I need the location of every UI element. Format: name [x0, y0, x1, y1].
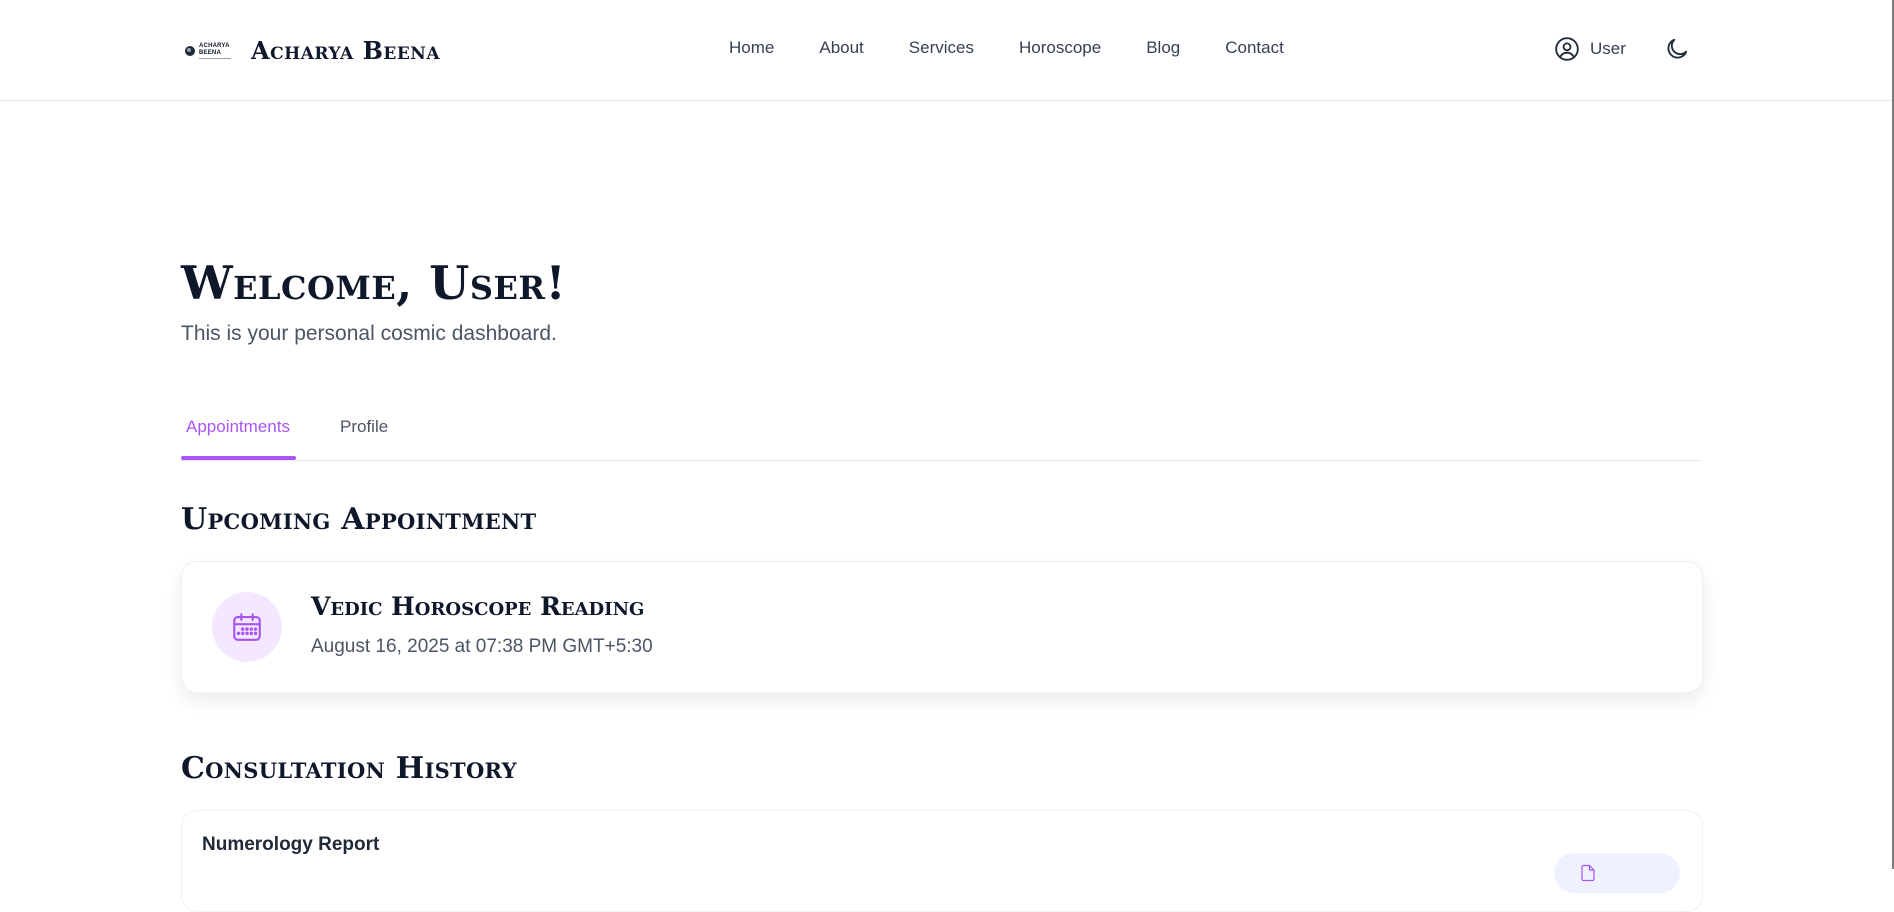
user-label: User: [1590, 39, 1626, 58]
logo-text-line2: BEENA: [199, 49, 222, 56]
brand-logo: ACHARYA BEENA: [185, 43, 231, 59]
document-icon: [1581, 864, 1595, 882]
nav-about[interactable]: About: [819, 38, 863, 58]
upcoming-appointment-card: Vedic Horoscope Reading August 16, 2025 …: [181, 561, 1703, 693]
appointment-icon-badge: [212, 592, 282, 662]
tab-profile[interactable]: Profile: [340, 417, 388, 437]
nav-home[interactable]: Home: [729, 38, 774, 58]
logo-text-line1: ACHARYA: [199, 42, 230, 49]
page-title: Welcome, User!: [181, 256, 567, 310]
main-nav: Home About Services Horoscope Blog Conta…: [729, 38, 1284, 58]
site-header: ACHARYA BEENA Acharya Beena Home About S…: [0, 0, 1892, 101]
nav-blog[interactable]: Blog: [1146, 38, 1180, 58]
history-item-title: Numerology Report: [202, 834, 380, 855]
user-circle-icon: [1555, 37, 1579, 61]
user-menu-button[interactable]: User: [1554, 36, 1626, 62]
history-list-item: Numerology Report: [181, 810, 1703, 912]
nav-contact[interactable]: Contact: [1225, 38, 1284, 58]
logo-underline: [199, 57, 231, 59]
nav-horoscope[interactable]: Horoscope: [1019, 38, 1101, 58]
calendar-icon: [233, 613, 261, 641]
brand-name[interactable]: Acharya Beena: [251, 36, 440, 65]
active-tab-indicator: [181, 456, 296, 460]
view-report-button[interactable]: [1554, 853, 1680, 893]
brand[interactable]: ACHARYA BEENA Acharya Beena: [185, 36, 440, 65]
consultation-history-heading: Consultation History: [181, 751, 517, 786]
globe-icon: [185, 45, 195, 56]
dashboard-tabs: Appointments Profile: [181, 410, 1702, 461]
page-subtitle: This is your personal cosmic dashboard.: [181, 322, 557, 345]
upcoming-appointment-heading: Upcoming Appointment: [181, 502, 537, 537]
appointment-title: Vedic Horoscope Reading: [311, 592, 645, 621]
theme-toggle-button[interactable]: [1664, 36, 1690, 62]
moon-icon: [1667, 38, 1688, 59]
nav-services[interactable]: Services: [909, 38, 974, 58]
appointment-datetime: August 16, 2025 at 07:38 PM GMT+5:30: [311, 636, 653, 657]
logo-text: ACHARYA BEENA: [199, 43, 231, 59]
tab-appointments[interactable]: Appointments: [186, 417, 290, 437]
